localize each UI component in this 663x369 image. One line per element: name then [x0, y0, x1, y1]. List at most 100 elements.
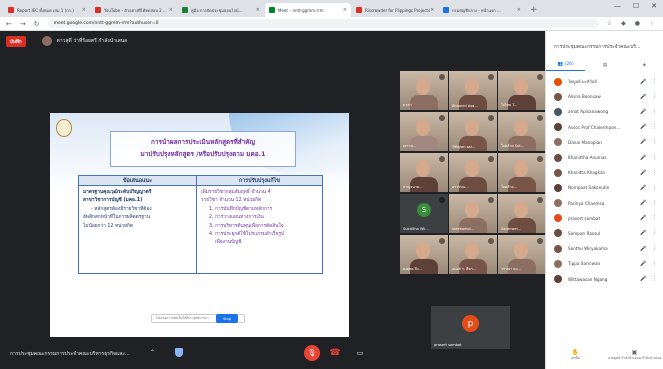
participant-tile[interactable]: เสาวน...	[400, 112, 448, 151]
panel-tabs: 👥 (26) ▤ ◈	[546, 59, 663, 71]
participant-tile[interactable]: วรรณา คง...	[498, 235, 546, 274]
avatar	[554, 107, 562, 116]
star-icon[interactable]: ☆	[607, 20, 612, 27]
more-options-icon[interactable]: ⋮	[652, 79, 657, 85]
participant-tile[interactable]: Tittiyan sai...	[449, 112, 497, 151]
browser-tab[interactable]: คู่มือ การจัดประชุมออนไลน์... ×	[178, 3, 264, 17]
participant-tile[interactable]: sreekamol...	[449, 194, 497, 233]
slide-title-box: การนำผลการประเมินหลักสูตรที่สำคัญ มาปรับ…	[110, 131, 296, 167]
avatar	[554, 244, 562, 253]
cell-line: สาขาวิชาการบัญชี (มคอ.1)	[83, 198, 143, 204]
participant-face	[465, 201, 479, 218]
browser-tab[interactable]: กรมบัญชีกลาง - หน้าแรก ... ×	[439, 3, 525, 17]
participant-row[interactable]: Alisna Boonsaw 🎤 ⋮	[546, 89, 663, 104]
tab-favicon-icon	[269, 7, 275, 13]
profile-icon[interactable]: ●	[635, 20, 640, 27]
participant-name: ยงยุทธ สิง...	[403, 267, 423, 271]
mic-status-icon	[488, 238, 494, 244]
more-options-icon[interactable]: ⋮	[652, 200, 657, 206]
participant-row[interactable]: ไพบูลย์ มะลิวัลย์ 🎤 ⋮	[546, 74, 663, 89]
participant-row[interactable]: Khanittha Anumas 🎤 ⋮	[546, 150, 663, 165]
mic-off-button[interactable]: 🎙	[304, 345, 320, 361]
more-options-icon[interactable]: ⋮	[652, 94, 657, 100]
participant-tile[interactable]: ใจคล้าย...	[498, 153, 546, 192]
raise-hand-button[interactable]: ✋ ยกมือ	[546, 341, 605, 369]
menu-dots-icon[interactable]: ⋮	[649, 20, 655, 27]
participant-row[interactable]: Parinya Chaemsa 🎤 ⋮	[546, 196, 663, 211]
participant-tile[interactable]: Bhaonid Asa...	[449, 71, 497, 110]
mic-status-icon	[439, 197, 445, 203]
participant-row[interactable]: Khanitta Khagkan 🎤 ⋮	[546, 165, 663, 180]
participant-tile[interactable]: อรวรรณ...	[449, 153, 497, 192]
participant-tile[interactable]: มาลา	[400, 71, 448, 110]
stop-presenting-button[interactable]: Stop	[216, 314, 238, 323]
shield-icon[interactable]	[175, 348, 183, 357]
participant-row[interactable]: Sampan Rassul 🎤 ⋮	[546, 226, 663, 241]
tab-label: คู่มือ การจัดประชุมออนไลน์...	[191, 7, 243, 13]
tab-people[interactable]: 👥 (26)	[546, 59, 586, 71]
more-options-icon[interactable]: ⋮	[652, 261, 657, 267]
mic-status-icon	[537, 238, 543, 244]
new-tab-icon[interactable]: +	[530, 3, 538, 17]
participant-tile[interactable]: กาญจนาด...	[400, 153, 448, 192]
more-options-icon[interactable]: ⋮	[652, 246, 657, 252]
minimize-icon[interactable]: —	[614, 2, 621, 10]
camera-button[interactable]: ▭	[352, 345, 368, 361]
tab-close-icon[interactable]: ×	[430, 7, 434, 13]
participant-name: Tippa Sarinwan	[568, 261, 601, 267]
more-options-icon[interactable]: ⋮	[652, 185, 657, 191]
tab-label: YouTube - ตัวอย่างที่ได้ทดสอบ 2 ...	[104, 7, 167, 13]
end-call-button[interactable]: ☎	[327, 345, 343, 361]
close-window-icon[interactable]: ✕	[651, 2, 657, 10]
participant-row[interactable]: Danai Manopian 🎤 ⋮	[546, 135, 663, 150]
panel-title: การประชุมคณะกรรมการประจำคณะบริ...	[554, 45, 641, 50]
more-options-icon[interactable]: ⋮	[652, 124, 657, 130]
participant-row[interactable]: Nompaat Sakonutin 🎤 ⋮	[546, 180, 663, 195]
participant-tile[interactable]: Saranwel...	[498, 194, 546, 233]
browser-tab[interactable]: Meet – nntt-ggmm-rrm ×	[265, 3, 351, 17]
more-options-icon[interactable]: ⋮	[652, 170, 657, 176]
participant-tile[interactable]: ใจคล้าย Sut...	[498, 112, 546, 151]
reload-icon[interactable]: ↻	[34, 20, 40, 28]
tab-chat[interactable]: ▤	[585, 59, 624, 71]
more-options-icon[interactable]: ⋮	[652, 139, 657, 145]
more-options-icon[interactable]: ⋮	[652, 215, 657, 221]
participant-row[interactable]: Wittawasan Ngang 🎤 ⋮	[546, 271, 663, 286]
url-input[interactable]: meet.google.com/nntt-ggmm-rrm?authuser=0	[47, 19, 599, 28]
tab-close-icon[interactable]: ×	[169, 7, 173, 13]
participant-tile[interactable]: ใจไทย T...	[498, 71, 546, 110]
more-options-icon[interactable]: ⋮	[652, 109, 657, 115]
browser-tab[interactable]: YouTube - ตัวอย่างที่ได้ทดสอบ 2 ... ×	[91, 3, 177, 17]
avatar	[554, 168, 562, 177]
tab-close-icon[interactable]: ×	[517, 7, 521, 13]
browser-tab[interactable]: Report IEC ทั้งหมด เล่ม 1 (กก.) ×	[4, 3, 90, 17]
participant-tile[interactable]: S Sukditha Wil...	[400, 194, 448, 233]
more-options-icon[interactable]: ⋮	[652, 230, 657, 236]
participant-row[interactable]: Santhu Wiryakama 🎤 ⋮	[546, 241, 663, 256]
participant-row[interactable]: Tippa Sarinwan 🎤 ⋮	[546, 256, 663, 271]
browser-tab[interactable]: Riscrowder for Flippings Projects ×	[352, 3, 438, 17]
participant-tile[interactable]: ยงยุทธ สิง...	[400, 235, 448, 274]
mic-off-icon: 🎤	[640, 108, 647, 115]
participant-row[interactable]: amat Apisanawong 🎤 ⋮	[546, 104, 663, 119]
participant-tile[interactable]: อนงค์ ร. สีหา...	[449, 235, 497, 274]
mic-status-icon	[439, 74, 445, 80]
forward-icon[interactable]: →	[20, 20, 26, 28]
presentation-info-button[interactable]: ▣ นายยุทธ์ กำลังนำเสนอ กำลังนำเสนอ	[605, 341, 663, 369]
extensions-icon[interactable]: ◆	[621, 20, 626, 27]
participant-row[interactable]: Assoc Prof Chalermpon... 🎤 ⋮	[546, 120, 663, 135]
tab-close-icon[interactable]: ×	[82, 7, 86, 13]
recording-badge: บันทึก	[6, 35, 26, 47]
avatar	[554, 183, 562, 192]
tab-close-icon[interactable]: ×	[256, 7, 260, 13]
chevron-up-icon[interactable]: ⌃	[150, 349, 155, 356]
more-options-icon[interactable]: ⋮	[652, 276, 657, 282]
maximize-icon[interactable]: ☐	[633, 2, 639, 10]
tab-activities[interactable]: ◈	[625, 59, 663, 71]
back-icon[interactable]: ←	[6, 20, 12, 28]
more-options-icon[interactable]: ⋮	[652, 155, 657, 161]
tab-close-icon[interactable]: ×	[343, 7, 347, 13]
tab-favicon-icon	[182, 7, 188, 13]
participant-row[interactable]: prasert sombat 🎤 ⋮	[546, 211, 663, 226]
cell-line: 1. การบันทึกบัญชีตามหลักการ	[209, 206, 273, 212]
